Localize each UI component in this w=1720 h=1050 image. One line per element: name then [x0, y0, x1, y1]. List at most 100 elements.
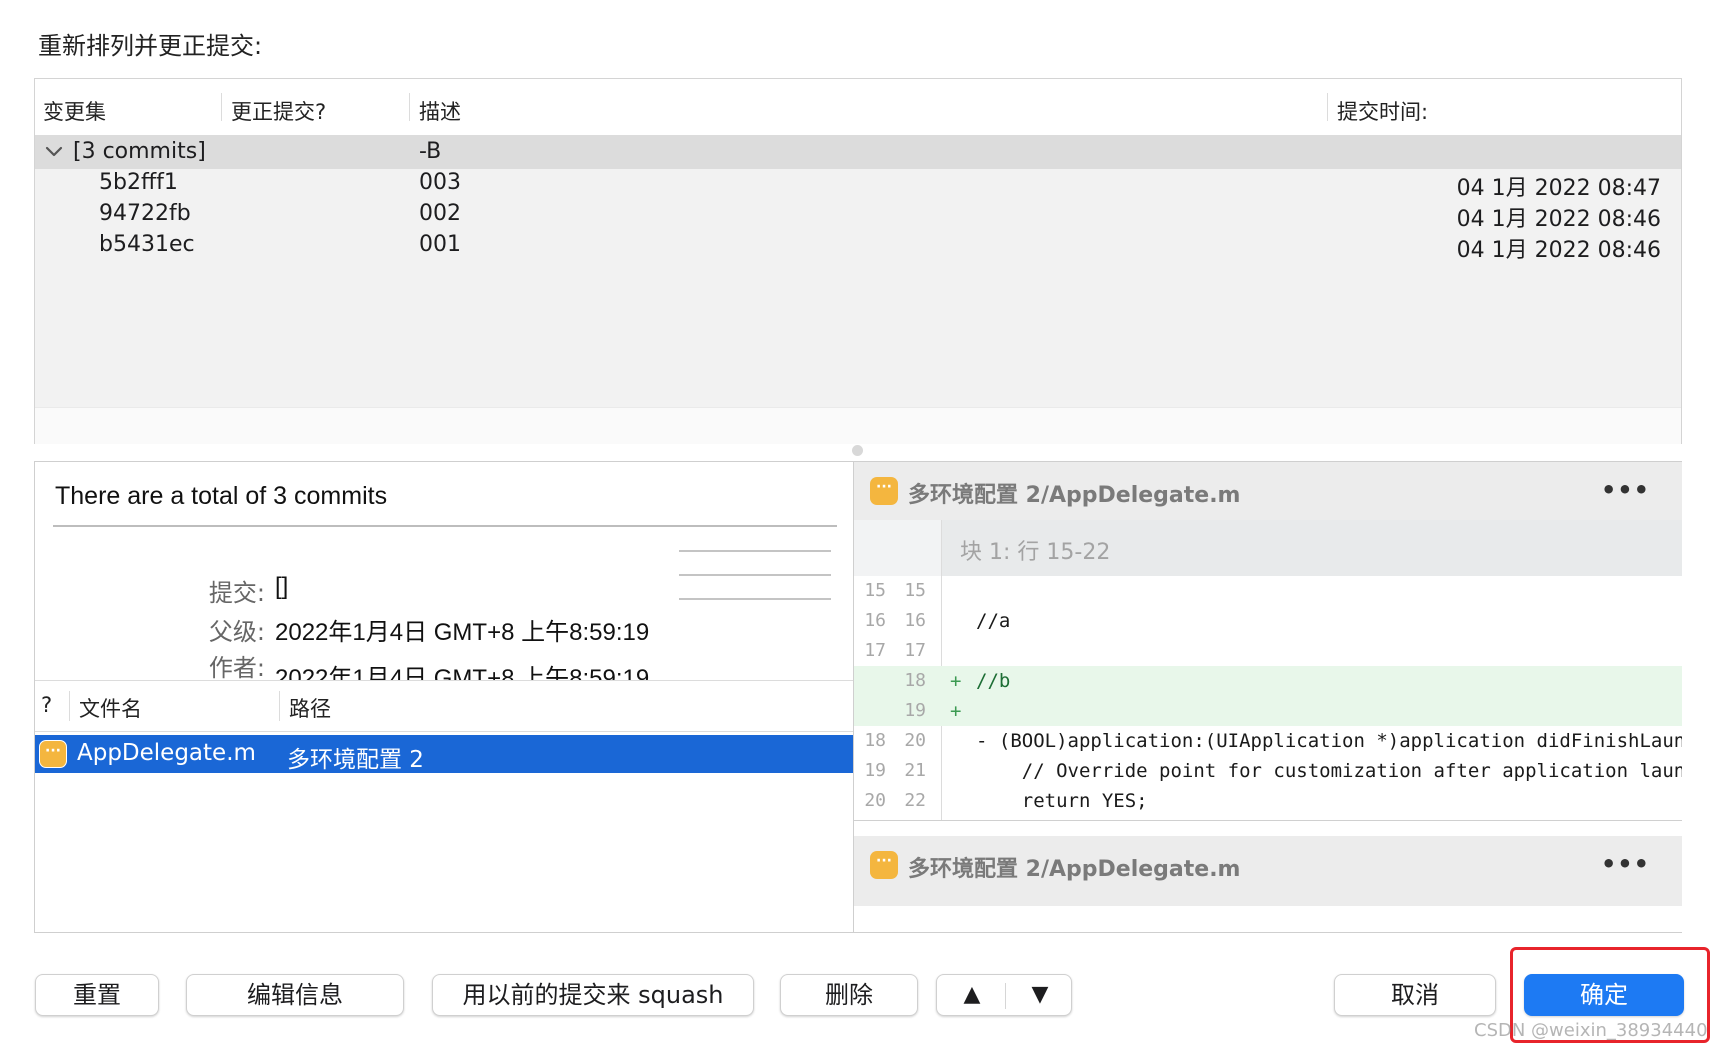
column-header-amend[interactable]: 更正提交? — [231, 96, 326, 126]
details-panel: There are a total of 3 commits 提交: [] 父级… — [34, 461, 1682, 933]
hunk-title: 块 1: 行 15-22 — [960, 540, 1111, 565]
parent-label: 父级: — [208, 618, 265, 646]
diff-code: 15 15 16 16//a 17 17 18 +//b 19 +18 20- (BOOL)appl… — [854, 576, 1682, 820]
diff-pane: ··· 多环境配置 2/AppDelegate.m ••• 块 1: 行 15-… — [854, 462, 1682, 932]
column-header-path[interactable]: 路径 — [289, 693, 331, 723]
ruler-line — [679, 598, 831, 600]
diff-line: 18 + //b — [854, 666, 1682, 696]
column-separator[interactable] — [69, 691, 70, 721]
diff-marker: + — [950, 670, 962, 692]
more-icon[interactable]: ••• — [1601, 850, 1650, 878]
diff-line: 15 15 — [854, 576, 1682, 606]
parent-value: 2022年1月4日 GMT+8 上午8:59:19 — [275, 619, 650, 646]
diff-line: 17 17 — [854, 636, 1682, 666]
commit-info: There are a total of 3 commits 提交: [] 父级… — [35, 462, 853, 680]
group-changeset: [3 commits] — [73, 139, 206, 164]
diff-file-header-next[interactable]: ··· 多环境配置 2/AppDelegate.m ••• — [854, 836, 1682, 906]
split-view-handle[interactable] — [852, 445, 863, 456]
diff-file-title: 多环境配置 2/AppDelegate.m — [908, 857, 1241, 882]
move-down-button[interactable]: ▼ — [1005, 975, 1075, 1015]
commit-group-row[interactable]: [3 commits] -B — [35, 135, 1681, 169]
diff-divider — [854, 820, 1682, 821]
file-doc-icon: ··· — [870, 851, 898, 879]
file-doc-icon: ··· — [39, 740, 67, 768]
old-line-number: 19 — [864, 760, 886, 781]
cancel-button[interactable]: 取消 — [1334, 974, 1496, 1016]
commit-summary: There are a total of 3 commits — [55, 482, 388, 510]
code-text: return YES; — [976, 790, 1148, 812]
column-separator[interactable] — [409, 93, 410, 121]
column-header-description[interactable]: 描述 — [419, 96, 461, 126]
commit-description: 002 — [419, 201, 461, 226]
chevron-down-icon[interactable] — [43, 140, 65, 162]
new-line-number: 16 — [904, 610, 926, 631]
column-header-commit-time[interactable]: 提交时间: — [1337, 96, 1428, 126]
delete-button[interactable]: 删除 — [780, 974, 918, 1016]
ruler-line — [679, 574, 831, 576]
commit-hash: b5431ec — [99, 232, 195, 257]
code-text: - (BOOL)application:(UIApplication *)app… — [976, 730, 1682, 752]
old-line-number: 20 — [864, 790, 886, 811]
new-line-number: 22 — [904, 790, 926, 811]
file-list-item-selected[interactable]: ··· AppDelegate.m 多环境配置 2 — [35, 735, 853, 773]
file-name: AppDelegate.m — [77, 740, 256, 766]
file-doc-icon: ··· — [870, 477, 898, 505]
watermark: CSDN @weixin_38934440 — [1474, 1020, 1708, 1041]
move-up-button[interactable]: ▲ — [937, 975, 1007, 1015]
commit-hash: 94722fb — [99, 201, 191, 226]
hunk-gutter — [854, 520, 942, 576]
old-line-number: 17 — [864, 640, 886, 661]
diff-file-title: 多环境配置 2/AppDelegate.m — [908, 483, 1241, 508]
commit-list: [3 commits] -B 5b2fff1 003 04 1月 2022 08… — [35, 135, 1681, 407]
diff-line: 19 21 // Override point for customization… — [854, 756, 1682, 786]
reorder-segmented-control: ▲ ▼ — [936, 974, 1072, 1016]
column-separator[interactable] — [221, 93, 222, 121]
old-line-number: 18 — [864, 730, 886, 751]
commit-time: 04 1月 2022 08:46 — [1456, 238, 1661, 263]
diff-line: 18 20 - (BOOL)application:(UIApplication *… — [854, 726, 1682, 756]
commit-hash: 5b2fff1 — [99, 170, 178, 195]
squash-button[interactable]: 用以前的提交来 squash — [432, 974, 754, 1016]
column-separator[interactable] — [279, 691, 280, 721]
old-line-number: 15 — [864, 580, 886, 601]
column-separator[interactable] — [1327, 93, 1328, 121]
hunk-header: 块 1: 行 15-22 — [854, 520, 1682, 576]
commit-description: 003 — [419, 170, 461, 195]
author-label: 作者: — [208, 654, 265, 680]
new-line-number: 17 — [904, 640, 926, 661]
old-line-number: 16 — [864, 610, 886, 631]
column-header-changeset[interactable]: 变更集 — [43, 96, 106, 126]
file-path: 多环境配置 2 — [287, 747, 424, 773]
diff-line: 19 + — [854, 696, 1682, 726]
commit-value: [] — [275, 573, 289, 600]
edit-message-button[interactable]: 编辑信息 — [186, 974, 404, 1016]
ruler-line — [679, 550, 831, 552]
commit-table: 变更集 更正提交? 描述 提交时间: [3 commits] -B 5b2fff… — [34, 78, 1682, 444]
new-line-number: 20 — [904, 730, 926, 751]
new-line-number: 19 — [904, 700, 926, 721]
diff-line: 16 16 //a — [854, 606, 1682, 636]
code-text: //a — [976, 610, 1011, 632]
column-header-status[interactable]: ? — [41, 693, 52, 717]
code-text: // Override point for customization afte… — [976, 760, 1682, 782]
commit-table-header: 变更集 更正提交? 描述 提交时间: — [35, 79, 1681, 135]
dialog-title: 重新排列并更正提交: — [38, 32, 263, 60]
diff-file-header[interactable]: ··· 多环境配置 2/AppDelegate.m ••• — [854, 462, 1682, 520]
summary-divider — [53, 525, 837, 527]
diff-marker: + — [950, 700, 962, 722]
column-header-filename[interactable]: 文件名 — [79, 693, 142, 723]
code-text: //b — [976, 670, 1011, 692]
new-line-number: 18 — [904, 670, 926, 691]
commit-label: 提交: — [208, 579, 265, 607]
new-line-number: 21 — [904, 760, 926, 781]
diff-line: 20 22 return YES; — [854, 786, 1682, 816]
more-icon[interactable]: ••• — [1601, 476, 1650, 504]
new-line-number: 15 — [904, 580, 926, 601]
commit-row[interactable]: 5b2fff1 003 04 1月 2022 08:47 — [35, 166, 1681, 201]
commit-row[interactable]: 94722fb 002 04 1月 2022 08:46 — [35, 197, 1681, 232]
commit-row[interactable]: b5431ec 001 04 1月 2022 08:46 — [35, 228, 1681, 263]
group-description: -B — [419, 139, 442, 164]
commit-table-footer — [35, 407, 1681, 444]
commit-details-pane: There are a total of 3 commits 提交: [] 父级… — [35, 462, 853, 932]
reset-button[interactable]: 重置 — [35, 974, 159, 1016]
